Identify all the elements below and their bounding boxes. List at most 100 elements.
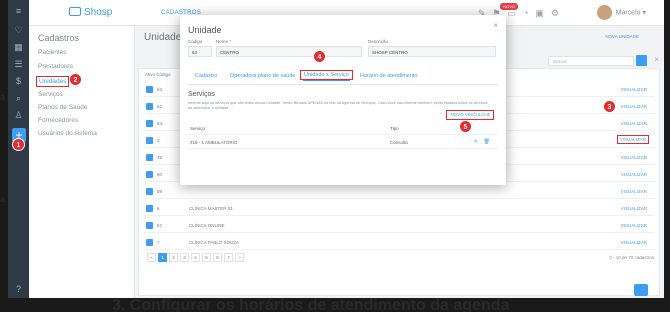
user-name: Marcelo (615, 9, 641, 17)
user-icon[interactable]: ♙ (13, 110, 24, 120)
tab-horario[interactable]: Horário de atendimento (360, 73, 417, 79)
cadastros-menu: Cadastros Pacientes Prestadores Unidades… (29, 26, 135, 298)
col-tipo: Tipo (390, 126, 399, 131)
step-marker-3: 3 (603, 100, 616, 113)
nome-label: Nome * (216, 39, 232, 44)
view-button[interactable]: VISUALIZAR (621, 206, 647, 211)
user-menu[interactable]: Marcelo ▾ (596, 5, 646, 20)
step-marker-2: 2 (69, 73, 82, 86)
page-button[interactable]: 1 (158, 253, 167, 262)
nome-field[interactable]: CENTRO (216, 46, 362, 57)
menu-item-servicos[interactable]: Serviços (38, 91, 63, 98)
active-checkbox[interactable] (146, 222, 153, 229)
modal-tabs: Cadastro Operadora plano de saúde Unidad… (188, 69, 498, 85)
services-help-text: Informe aqui os serviços que são feitos … (188, 101, 488, 110)
new-unit-button[interactable]: NOVA UNIDADE (605, 34, 639, 39)
page-button[interactable]: « (147, 253, 156, 262)
page-button[interactable]: 6 (213, 253, 222, 262)
row-name: CLÍNICA PABLO SOUZA (189, 240, 240, 245)
row-code: 6 (157, 206, 160, 211)
table-row[interactable]: 6 CLÍNICA MASTER 01 VISUALIZAR (144, 202, 655, 216)
row-name: CLÍNICA MASTER 01 (189, 206, 233, 211)
page-button[interactable]: 4 (191, 253, 200, 262)
tab-unidade-servico-label: Unidade x Serviço (304, 72, 349, 78)
edge-text: a (0, 92, 6, 102)
dollar-icon[interactable]: $ (13, 76, 24, 86)
page-button[interactable]: 7 (224, 253, 233, 262)
active-checkbox[interactable] (146, 171, 153, 178)
active-checkbox[interactable] (146, 188, 153, 195)
row-code: 3 (157, 138, 160, 143)
active-checkbox[interactable] (146, 239, 153, 246)
table-row[interactable]: 7 CLÍNICA PABLO SOUZA VISUALIZAR (144, 236, 655, 250)
col-servico: Serviço (190, 126, 206, 131)
new-service-label: NOVO VÍNCULO (450, 112, 485, 117)
search-icon[interactable]: ⌕ (13, 93, 24, 103)
avatar (596, 5, 612, 20)
calendar-icon[interactable]: ▦ (13, 42, 24, 52)
heart-icon[interactable]: ♡ (13, 25, 24, 35)
search-button[interactable] (636, 55, 647, 66)
row-name: CLÍNICA ONLINE (189, 223, 225, 228)
delete-icon[interactable]: 🗑 (484, 139, 490, 145)
menu-item-unidades[interactable]: Unidades (36, 76, 70, 87)
help-icon[interactable]: ? (13, 284, 24, 294)
view-button[interactable]: VISUALIZAR (621, 121, 647, 126)
row-code: 63 (157, 87, 163, 92)
active-checkbox[interactable] (146, 205, 153, 212)
list-icon[interactable]: ☰ (13, 59, 24, 69)
row-code: 7 (157, 240, 160, 245)
tab-cadastro[interactable]: Cadastro (195, 73, 217, 79)
view-button[interactable]: VISUALIZAR (621, 189, 647, 194)
col-codigo: Código (156, 72, 171, 77)
codigo-label: Código (188, 39, 203, 44)
page-button[interactable]: 2 (169, 253, 178, 262)
view-button[interactable]: VISUALIZAR (621, 172, 647, 177)
logo-text: Shosp (84, 7, 113, 18)
view-button[interactable]: VISUALIZAR (621, 223, 647, 228)
modal-close-icon[interactable]: × (493, 21, 498, 30)
page-button[interactable]: 5 (202, 253, 211, 262)
pagination: «1 2 3 4 5 6 7» (147, 253, 246, 262)
tutorial-frame: ≡ ♡ ▦ ☰ $ ⌕ ♙ + ? Shosp CADASTROS NOVO ✎… (0, 0, 670, 312)
table-row[interactable]: 59 VISUALIZAR (144, 185, 655, 199)
chat-button[interactable] (634, 284, 648, 296)
table-header: Ativo Código (145, 72, 171, 77)
menu-item-planos[interactable]: Planos de Saúde (38, 104, 88, 111)
step-marker-1: 1 (12, 138, 25, 151)
app-logo[interactable]: Shosp (69, 7, 112, 18)
page-button[interactable]: » (235, 253, 244, 262)
view-button[interactable]: VISUALIZAR (621, 87, 647, 92)
tab-unidade-servico[interactable]: Unidade x Serviço (300, 70, 353, 81)
descricao-field[interactable]: SHOSP CENTRO (368, 46, 496, 57)
new-service-link-button[interactable]: NOVO VÍNCULO ⊕ (446, 110, 494, 120)
active-checkbox[interactable] (146, 137, 153, 144)
view-button[interactable]: VISUALIZAR (616, 135, 649, 144)
menu-item-usuarios[interactable]: Usuários do sistema (38, 130, 97, 137)
service-type: Consulta (390, 140, 408, 145)
row-code: 59 (157, 189, 163, 194)
close-icon[interactable]: × (654, 55, 659, 64)
descricao-label: Descrição (368, 39, 389, 44)
active-checkbox[interactable] (146, 103, 153, 110)
menu-item-fornecedores[interactable]: Fornecedores (38, 117, 78, 124)
view-button[interactable]: VISUALIZAR (621, 104, 647, 109)
menu-item-prestadores[interactable]: Prestadores (38, 63, 73, 70)
view-button[interactable]: VISUALIZAR (621, 155, 647, 160)
menu-item-pacientes[interactable]: Pacientes (38, 49, 67, 56)
search-input[interactable]: Buscar (548, 56, 634, 66)
pagination-info: 0 - 10 de 70 cadastros (609, 255, 654, 260)
active-checkbox[interactable] (146, 120, 153, 127)
active-checkbox[interactable] (146, 86, 153, 93)
page-button[interactable]: 3 (180, 253, 189, 262)
modal-title: Unidade (188, 25, 222, 35)
view-button[interactable]: VISUALIZAR (621, 240, 647, 245)
menu-title: Cadastros (38, 33, 80, 43)
edit-icon[interactable]: ✎ (474, 139, 478, 145)
active-checkbox[interactable] (146, 154, 153, 161)
menu-icon[interactable]: ≡ (13, 6, 24, 16)
table-row[interactable]: 57 CLÍNICA ONLINE VISUALIZAR (144, 219, 655, 233)
codigo-field[interactable]: 62 (188, 46, 212, 57)
active-tab-underline (303, 79, 350, 81)
tab-operadora[interactable]: Operadora plano de saúde (230, 73, 295, 79)
